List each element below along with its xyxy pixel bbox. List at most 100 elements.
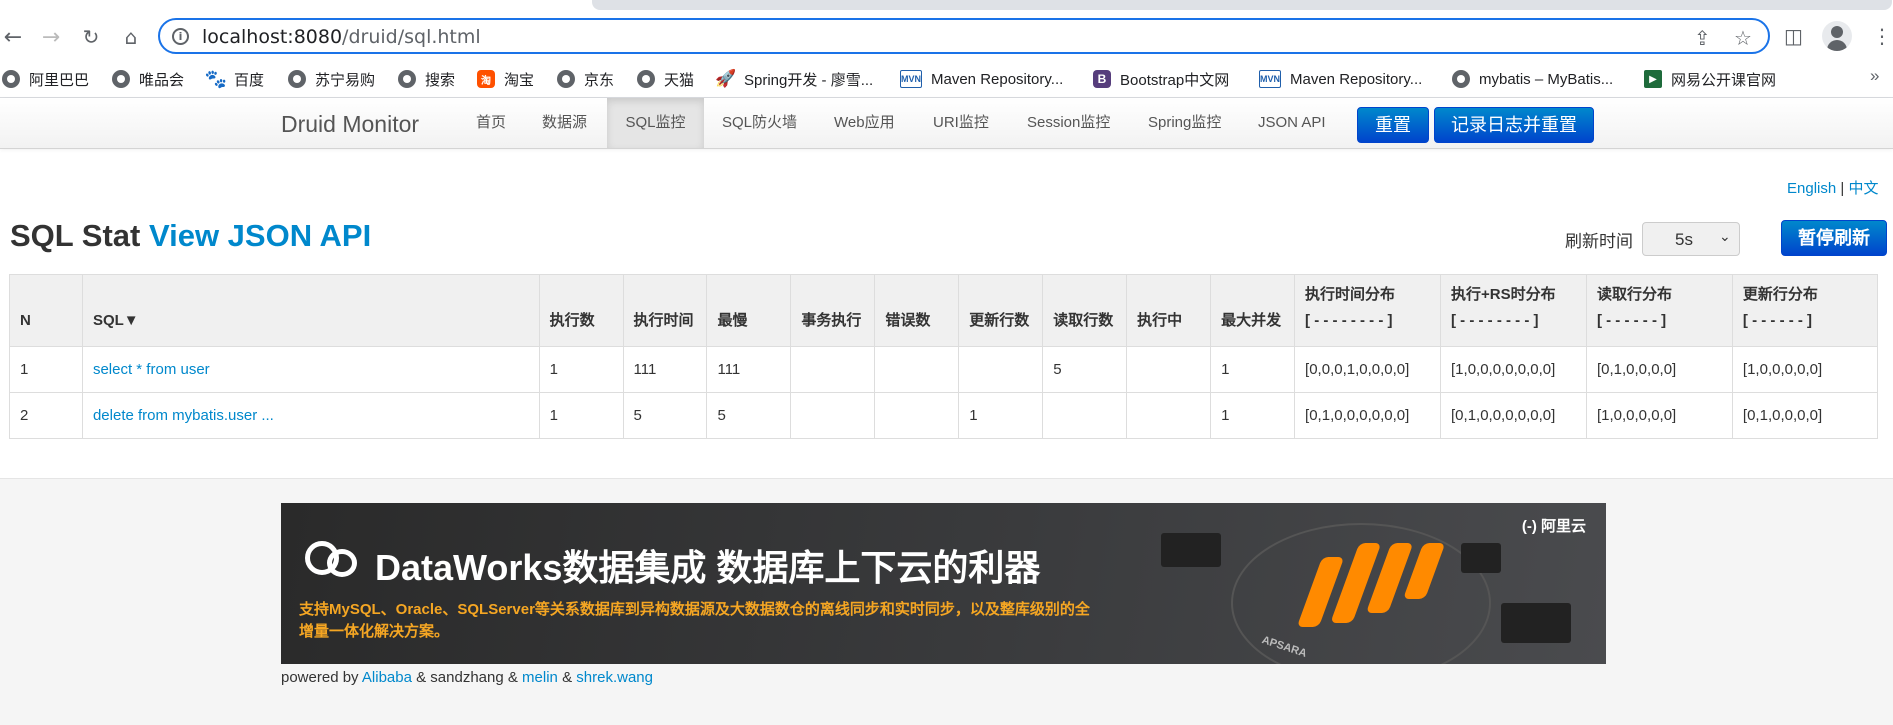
table-cell: 111 [622,346,708,393]
browser-tabs[interactable] [592,0,1892,10]
table-row: 1 select * from user 1 111 111 5 1 [0,0,… [9,346,1879,393]
column-header[interactable]: 更新行数 [958,274,1044,347]
bookmark-baidu[interactable]: 🐾 百度 [204,67,264,91]
site-info-icon[interactable]: i [172,28,189,45]
globe-icon [288,70,306,88]
bookmark-spring[interactable]: 🚀 Spring开发 - 廖雪... [715,67,873,91]
banner-headline: DataWorks数据集成 数据库上下云的利器 [375,547,1041,588]
nav-json-api[interactable]: JSON API [1240,98,1344,148]
table-cell: [0,1,0,0,0,0] [1731,392,1879,439]
nav-sql-monitor[interactable]: SQL监控 [607,98,704,148]
bookmarks-overflow-icon[interactable]: » [1870,66,1879,86]
bookmark-suning[interactable]: 苏宁易购 [288,67,375,91]
reset-button[interactable]: 重置 [1357,107,1429,143]
lang-chinese-link[interactable]: 中文 [1848,180,1878,197]
url-text[interactable]: localhost:8080/druid/sql.html [202,26,481,48]
dataworks-ad-banner[interactable]: DataWorks数据集成 数据库上下云的利器 支持MySQL、Oracle、S… [281,503,1606,664]
alibaba-link[interactable]: Alibaba [362,669,412,686]
table-cell: [1,0,0,0,0,0,0,0] [1440,346,1587,393]
lang-separator: | [1840,180,1845,197]
bookmark-bootstrap[interactable]: B Bootstrap中文网 [1093,67,1229,91]
menu-icon[interactable]: ⋮ [1872,24,1892,48]
nav-session-monitor[interactable]: Session监控 [1009,98,1128,148]
bookmark-taobao[interactable]: 淘淘宝 [477,67,534,91]
column-header[interactable]: 读取行数 [1042,274,1128,347]
bookmark-search[interactable]: 搜索 [398,67,455,91]
melin-link[interactable]: melin [522,669,558,686]
globe-icon [637,70,655,88]
bookmarks-bar: 阿里巴巴 唯品会 🐾 百度 苏宁易购 搜索 淘淘宝 京东 天猫 🚀 Spring开发… [0,60,1893,98]
address-bar[interactable]: i localhost:8080/druid/sql.html ⇪ ☆ [158,18,1770,54]
table-cell: 5 [706,392,792,439]
lang-english-link[interactable]: English [1787,180,1836,197]
column-header[interactable]: 最慢 [706,274,792,347]
bookmark-vip[interactable]: 唯品会 [112,67,184,91]
refresh-interval-select[interactable]: 5s ⌄ [1642,222,1740,256]
brand-title[interactable]: Druid Monitor [281,111,419,138]
page-title-text: SQL Stat [10,218,141,253]
browser-toolbar: ← → ↻ ⌂ i localhost:8080/druid/sql.html … [0,12,1893,60]
table-cell: [1,0,0,0,0,0] [1731,346,1879,393]
table-header-row: N SQL▼ 执行数 执行时间 最慢 事务执行 错误数 更新行数 读取行数 执行… [9,274,1879,347]
druid-navbar: Druid Monitor 首页 数据源 SQL监控 SQL防火墙 Web应用 … [0,98,1893,149]
nav-web-app[interactable]: Web应用 [816,98,913,148]
home-icon[interactable]: ⌂ [118,24,144,50]
column-header[interactable]: 事务执行 [790,274,876,347]
nav-spring-monitor[interactable]: Spring监控 [1130,98,1239,148]
bookmark-maven-2[interactable]: MVN Maven Repository... [1259,67,1422,91]
maven-icon: MVN [900,70,922,88]
bookmark-jd[interactable]: 京东 [557,67,614,91]
column-header[interactable]: 读取行分布[ - - - - - - ] [1585,274,1733,347]
log-and-reset-button[interactable]: 记录日志并重置 [1434,107,1594,143]
shrek-wang-link[interactable]: shrek.wang [576,669,653,686]
back-icon[interactable]: ← [0,24,26,50]
table-cell: 1 [1210,346,1296,393]
column-header[interactable]: 更新行分布[ - - - - - - ] [1731,274,1879,347]
table-cell [1126,346,1212,393]
refresh-label: 刷新时间 [1565,232,1633,251]
dataworks-logo [327,549,357,577]
powered-by: powered by Alibaba & sandzhang & melin &… [281,669,653,686]
nav-home[interactable]: 首页 [458,98,524,148]
bookmark-tmall[interactable]: 天猫 [637,67,694,91]
sql-link[interactable]: delete from mybatis.user ... [93,407,274,424]
bookmark-163-open[interactable]: ▶ 网易公开课官网 [1644,67,1776,91]
forward-icon[interactable]: → [38,24,64,50]
baidu-paw-icon: 🐾 [204,68,228,89]
globe-icon [1452,70,1470,88]
table-cell: [0,1,0,0,0,0,0,0] [1440,392,1587,439]
nav-uri-monitor[interactable]: URI监控 [915,98,1007,148]
bookmark-mybatis[interactable]: mybatis – MyBatis... [1452,67,1613,91]
nav-datasource[interactable]: 数据源 [524,98,605,148]
pause-refresh-button[interactable]: 暂停刷新 [1781,220,1887,256]
table-cell: 5 [1042,346,1128,393]
table-cell: 1 [1210,392,1296,439]
table-cell: [0,0,0,1,0,0,0,0] [1294,346,1442,393]
column-header[interactable]: SQL▼ [81,274,540,347]
globe-icon [398,70,416,88]
column-header[interactable]: 执行数 [538,274,624,347]
bookmark-maven-1[interactable]: MVN Maven Repository... [900,67,1063,91]
nav-sql-firewall[interactable]: SQL防火墙 [704,98,815,148]
side-panel-icon[interactable]: ◫ [1784,24,1803,48]
column-header[interactable]: 执行中 [1126,274,1212,347]
table-cell: [0,1,0,0,0,0] [1585,346,1733,393]
column-header[interactable]: 执行+RS时分布[ - - - - - - - - ] [1440,274,1587,347]
column-header[interactable]: N [9,274,83,347]
profile-avatar[interactable] [1822,21,1852,51]
share-icon[interactable]: ⇪ [1694,26,1711,50]
bookmark-star-icon[interactable]: ☆ [1734,26,1752,50]
view-json-api-link[interactable]: View JSON API [149,218,371,253]
table-cell [1126,392,1212,439]
column-header[interactable]: 错误数 [874,274,960,347]
bookmark-alibaba[interactable]: 阿里巴巴 [2,67,89,91]
reload-icon[interactable]: ↻ [78,24,104,50]
table-cell: 1 [538,392,624,439]
column-header[interactable]: 执行时间分布[ - - - - - - - - ] [1294,274,1442,347]
column-header[interactable]: 执行时间 [622,274,708,347]
banner-decoration [1461,543,1501,573]
table-cell: [1,0,0,0,0,0] [1585,392,1733,439]
language-switch: English | 中文 [1787,177,1878,198]
column-header[interactable]: 最大并发 [1210,274,1296,347]
sql-link[interactable]: select * from user [93,361,210,378]
